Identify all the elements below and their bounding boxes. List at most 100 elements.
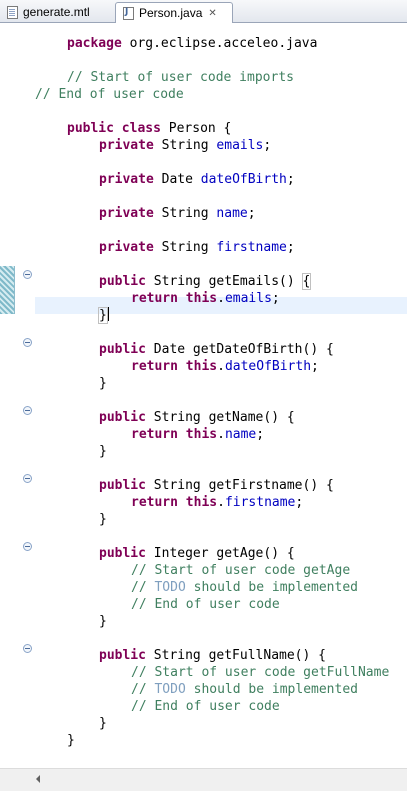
comment-token: // — [131, 682, 155, 697]
code-line[interactable]: private String name; — [99, 205, 256, 222]
field-token: emails — [224, 291, 272, 306]
code-line[interactable]: // End of user code — [131, 596, 280, 613]
code-line[interactable]: } — [99, 375, 107, 392]
keyword-token: private — [99, 138, 154, 153]
keyword-token: private — [99, 172, 154, 187]
code-line[interactable]: // TODO should be implemented — [131, 579, 358, 596]
code-line[interactable]: return this.emails; — [131, 290, 280, 307]
code-editor[interactable]: package org.eclipse.acceleo.java // Start… — [0, 23, 407, 768]
code-line[interactable]: // Start of user code getFullName — [131, 664, 389, 681]
quick-diff-change-marker — [0, 266, 15, 314]
code-line[interactable]: public Date getDateOfBirth() { — [99, 341, 334, 358]
keyword-token: this — [185, 495, 218, 510]
keyword-token: return — [131, 495, 178, 510]
code-token: ; — [271, 291, 280, 306]
comment-token: // End of user code — [131, 699, 280, 714]
left-ruler — [0, 23, 16, 768]
code-token: ; — [247, 206, 256, 221]
collapse-icon[interactable] — [23, 406, 32, 415]
code-token: } — [99, 512, 107, 527]
code-token: } — [99, 444, 107, 459]
comment-token: // End of user code — [131, 597, 280, 612]
keyword-token: this — [185, 291, 218, 306]
comment-token: // Start of user code getFullName — [131, 665, 390, 680]
code-token: . — [217, 359, 225, 374]
horizontal-scrollbar[interactable] — [0, 768, 407, 791]
code-line[interactable]: } — [67, 732, 75, 749]
close-icon[interactable]: ✕ — [208, 8, 216, 19]
code-token: ; — [286, 172, 295, 187]
code-line[interactable]: return this.dateOfBirth; — [131, 358, 319, 375]
scroll-left-arrow-icon[interactable] — [36, 775, 40, 783]
code-line[interactable]: // Start of user code imports — [67, 69, 294, 86]
field-token: dateOfBirth — [224, 359, 312, 374]
comment-token: // Start of user code getAge — [131, 563, 351, 578]
code-line[interactable]: public class Person { — [67, 120, 231, 137]
code-line[interactable]: return this.firstname; — [131, 494, 303, 511]
keyword-token: public — [99, 478, 146, 493]
code-token: String getName() { — [145, 410, 295, 425]
keyword-token: public — [99, 342, 146, 357]
todo-tag: TODO — [154, 580, 186, 595]
field-token: firstname — [216, 240, 287, 255]
comment-token: // Start of user code imports — [67, 70, 294, 85]
code-token: . — [217, 495, 225, 510]
code-line[interactable]: } — [99, 715, 107, 732]
code-line[interactable]: } — [99, 613, 107, 630]
code-line[interactable]: } — [99, 511, 107, 528]
code-token: String — [153, 138, 217, 153]
code-token: String getFirstname() { — [145, 478, 334, 493]
code-line[interactable]: package org.eclipse.acceleo.java — [67, 35, 317, 52]
code-token: } — [99, 716, 107, 731]
code-line[interactable]: // Start of user code getAge — [131, 562, 350, 579]
keyword-token: public — [99, 648, 146, 663]
code-line[interactable]: public String getEmails() { — [99, 273, 312, 290]
code-line[interactable]: public Integer getAge() { — [99, 545, 295, 562]
code-line[interactable]: public String getName() { — [99, 409, 295, 426]
tab-person-java[interactable]: Person.java ✕ — [115, 2, 233, 23]
code-line[interactable]: // End of user code — [35, 86, 184, 103]
keyword-token: return — [131, 427, 178, 442]
code-token: . — [217, 427, 225, 442]
collapse-icon[interactable] — [23, 542, 32, 551]
code-token: org.eclipse.acceleo.java — [121, 36, 318, 51]
collapse-icon[interactable] — [23, 644, 32, 653]
code-line[interactable]: // End of user code — [131, 698, 280, 715]
code-line[interactable]: public String getFullName() { — [99, 647, 326, 664]
text-caret — [107, 307, 109, 321]
keyword-token: class — [121, 121, 161, 136]
keyword-token: public — [99, 546, 146, 561]
code-line[interactable]: } — [98, 307, 109, 324]
collapse-icon[interactable] — [23, 474, 32, 483]
code-line[interactable]: private String emails; — [99, 137, 271, 154]
code-line[interactable]: // TODO should be implemented — [131, 681, 358, 698]
code-token: String — [153, 240, 217, 255]
code-token: String — [153, 206, 217, 221]
code-token: ; — [286, 240, 295, 255]
field-token: firstname — [224, 495, 296, 510]
code-line[interactable]: return this.name; — [131, 426, 264, 443]
code-line[interactable]: private String firstname; — [99, 239, 295, 256]
code-token: ; — [311, 359, 319, 374]
code-line[interactable]: public String getFirstname() { — [99, 477, 334, 494]
java-file-icon — [122, 6, 134, 20]
file-icon — [6, 5, 18, 19]
code-line[interactable]: } — [99, 443, 107, 460]
code-token: Person { — [160, 121, 232, 136]
code-token: Date — [153, 172, 201, 187]
collapse-icon[interactable] — [23, 270, 32, 279]
code-token: Date getDateOfBirth() { — [145, 342, 334, 357]
code-token: String getFullName() { — [145, 648, 326, 663]
code-token: } — [67, 733, 75, 748]
comment-token: should be implemented — [185, 580, 358, 595]
keyword-token: return — [131, 359, 178, 374]
collapse-icon[interactable] — [23, 338, 32, 347]
tab-label: Person.java — [139, 6, 203, 20]
keyword-token: public — [99, 274, 146, 289]
code-line[interactable]: private Date dateOfBirth; — [99, 171, 295, 188]
tab-generate-mtl[interactable]: generate.mtl — [0, 2, 114, 22]
